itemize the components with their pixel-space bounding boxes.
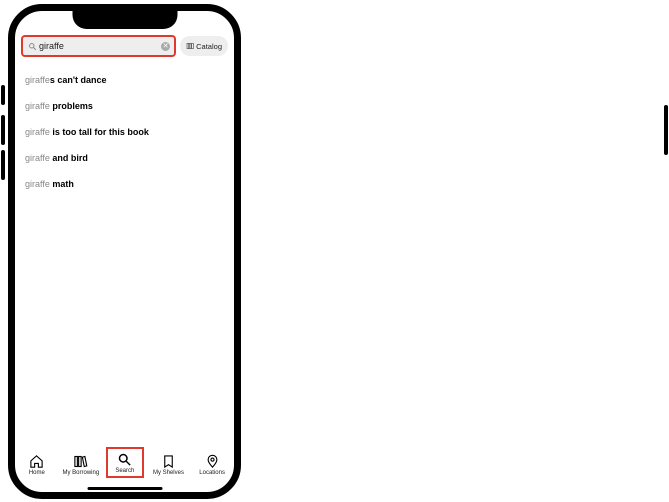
suggestion-prefix: giraffe (25, 101, 50, 111)
suggestion-item[interactable]: giraffe and bird (25, 145, 224, 171)
nav-label: My Shelves (153, 470, 184, 476)
suggestion-completion: s can't dance (50, 75, 107, 85)
suggestion-prefix: giraffe (25, 179, 50, 189)
bookmark-icon (160, 453, 176, 469)
nav-search-highlight[interactable]: Search (106, 447, 144, 478)
nav-locations[interactable]: Locations (193, 451, 231, 478)
nav-home[interactable]: Home (18, 451, 56, 478)
catalog-icon (186, 42, 194, 50)
nav-borrowing[interactable]: My Borrowing (61, 451, 100, 478)
nav-label: Search (115, 468, 134, 474)
nav-shelves[interactable]: My Shelves (149, 451, 187, 478)
nav-label: Locations (199, 470, 225, 476)
suggestion-item[interactable]: giraffe math (25, 171, 224, 197)
suggestion-prefix: giraffe (25, 75, 50, 85)
home-icon (29, 453, 45, 469)
phone-frame: ✕ Catalog giraffes can't dance giraffe p… (8, 4, 241, 499)
nav-label: My Borrowing (62, 470, 99, 476)
catalog-button[interactable]: Catalog (180, 36, 228, 56)
search-icon (27, 41, 37, 51)
clear-search-icon[interactable]: ✕ (161, 42, 170, 51)
suggestion-prefix: giraffe (25, 127, 50, 137)
catalog-label: Catalog (196, 42, 222, 51)
suggestion-prefix: giraffe (25, 153, 50, 163)
app-screen: ✕ Catalog giraffes can't dance giraffe p… (15, 11, 234, 492)
pin-icon (204, 453, 220, 469)
search-field-highlight[interactable]: ✕ (21, 35, 176, 57)
suggestion-completion: is too tall for this book (50, 127, 149, 137)
suggestion-completion: and bird (50, 153, 88, 163)
suggestions-list: giraffes can't dance giraffe problems gi… (15, 63, 234, 443)
suggestion-item[interactable]: giraffe problems (25, 93, 224, 119)
search-input[interactable] (39, 41, 161, 51)
bottom-nav: Home My Borrowing Search My Shelves (15, 443, 234, 492)
nav-label: Home (29, 470, 45, 476)
suggestion-completion: math (50, 179, 74, 189)
suggestion-item[interactable]: giraffes can't dance (25, 67, 224, 93)
search-icon (117, 451, 133, 467)
books-icon (73, 453, 89, 469)
suggestion-completion: problems (50, 101, 93, 111)
home-indicator (87, 487, 162, 490)
phone-notch (72, 11, 177, 29)
suggestion-item[interactable]: giraffe is too tall for this book (25, 119, 224, 145)
